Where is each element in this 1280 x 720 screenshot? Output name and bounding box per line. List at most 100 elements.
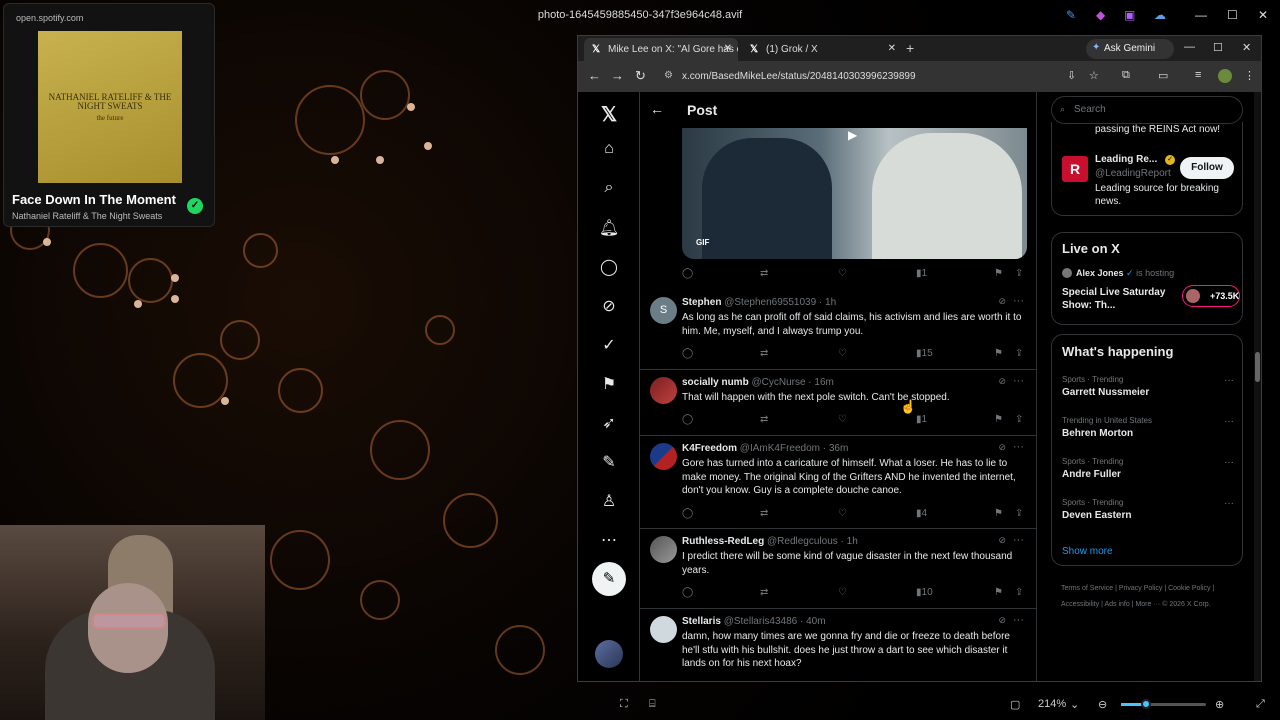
- share-icon[interactable]: ⇪: [1015, 414, 1023, 425]
- app-icon[interactable]: ▣: [1124, 8, 1135, 22]
- actual-size-icon[interactable]: ▢: [1010, 698, 1020, 711]
- repost-icon[interactable]: ⇄: [760, 587, 768, 598]
- bookmark-icon[interactable]: ⚑: [994, 268, 1003, 279]
- tab-mike-lee[interactable]: 𝕏 Mike Lee on X: "Al Gore has ca ✕: [584, 38, 738, 61]
- author-name[interactable]: Ruthless-RedLeg: [682, 536, 764, 547]
- home-icon[interactable]: ⌂: [598, 140, 620, 158]
- notifications-icon[interactable]: 🔔︎: [598, 218, 620, 238]
- author-name[interactable]: K4Freedom: [682, 443, 737, 454]
- zoom-in-icon[interactable]: ⊕: [1215, 698, 1224, 711]
- explore-icon[interactable]: ⌕: [598, 179, 620, 197]
- trend-item[interactable]: Sports · Trending Andre Fuller ···: [1062, 457, 1234, 480]
- site-info-icon[interactable]: ⚙: [664, 70, 673, 81]
- profile-avatar[interactable]: [1218, 69, 1232, 83]
- avatar[interactable]: [650, 536, 677, 563]
- browser-window[interactable]: 𝕏 Mike Lee on X: "Al Gore has ca ✕ 𝕏 (1) Gr…: [577, 35, 1262, 682]
- more-icon[interactable]: ···: [1224, 457, 1234, 468]
- views-icon[interactable]: ▮ 10: [916, 587, 933, 598]
- close-icon[interactable]: ✕: [1242, 41, 1251, 54]
- more-icon[interactable]: ···: [1013, 375, 1024, 387]
- maximize-icon[interactable]: ☐: [1227, 8, 1238, 22]
- author-name[interactable]: Stephen: [682, 297, 721, 308]
- tab-grok[interactable]: 𝕏 (1) Grok / X ✕: [742, 38, 902, 61]
- grok-icon[interactable]: ⊘: [998, 535, 1006, 546]
- more-icon[interactable]: ···: [1224, 416, 1234, 427]
- back-arrow-icon[interactable]: ←: [650, 101, 664, 117]
- reply-icon[interactable]: ◯: [682, 414, 693, 425]
- compose-post-button[interactable]: ✎: [592, 562, 626, 596]
- grok-icon[interactable]: ⊘: [998, 442, 1006, 453]
- more-icon[interactable]: ···: [1013, 441, 1024, 453]
- repost-icon[interactable]: ⇄: [760, 268, 768, 279]
- live-listener-count[interactable]: +73.5K: [1182, 285, 1240, 307]
- share-icon[interactable]: ⇪: [1015, 508, 1023, 519]
- app-icon[interactable]: ◆: [1096, 8, 1105, 22]
- more-icon[interactable]: ···: [1013, 614, 1024, 626]
- reply-icon[interactable]: ◯: [682, 587, 693, 598]
- articles-icon[interactable]: ✎: [598, 452, 620, 472]
- communities-icon[interactable]: ✓: [598, 335, 620, 355]
- tweet[interactable]: K4Freedom @IAmK4Freedom · 36m ⊘ ··· Gore …: [640, 436, 1036, 529]
- trend-item[interactable]: Sports · Trending Deven Eastern ···: [1062, 498, 1234, 521]
- reply-icon[interactable]: ◯: [682, 348, 693, 359]
- chevron-down-icon[interactable]: ⌄: [1070, 698, 1079, 711]
- avatar[interactable]: [650, 377, 677, 404]
- share-icon[interactable]: ⇪: [1015, 587, 1023, 598]
- menu-icon[interactable]: ⋮: [1244, 69, 1255, 82]
- leading-report-avatar[interactable]: R: [1062, 156, 1088, 182]
- bookmarks-icon[interactable]: ⚑: [598, 374, 620, 394]
- views-icon[interactable]: ▮ 15: [916, 348, 933, 359]
- avatar[interactable]: S: [650, 297, 677, 324]
- zoom-level[interactable]: 214%: [1038, 698, 1066, 710]
- live-show-title[interactable]: Special Live Saturday Show: Th...: [1062, 286, 1182, 312]
- grok-icon[interactable]: ⊘: [998, 376, 1006, 387]
- account-name[interactable]: Leading Re...: [1095, 154, 1157, 165]
- app-icon[interactable]: ✎: [1066, 8, 1076, 22]
- maximize-icon[interactable]: ☐: [1213, 41, 1223, 54]
- close-tab-icon[interactable]: ✕: [888, 43, 896, 54]
- zoom-slider-knob[interactable]: [1141, 699, 1151, 709]
- footer-links[interactable]: Terms of Service | Privacy Policy | Cook…: [1061, 581, 1241, 613]
- page-scrollbar[interactable]: [1254, 92, 1261, 681]
- text-select-icon[interactable]: ⌸: [649, 698, 656, 711]
- more-icon[interactable]: ···: [1013, 295, 1024, 307]
- sidebar-icon[interactable]: ▭: [1158, 69, 1168, 82]
- more-icon[interactable]: ⋯: [598, 530, 620, 550]
- zoom-out-icon[interactable]: ⊖: [1098, 698, 1107, 711]
- more-icon[interactable]: ···: [1013, 534, 1024, 546]
- more-icon[interactable]: ···: [1224, 498, 1234, 509]
- url-input[interactable]: ⚙ x.com/BasedMikeLee/status/2048140303996…: [660, 66, 1050, 87]
- scroll-thumb[interactable]: [1255, 352, 1260, 382]
- bookmark-icon[interactable]: ⚑: [994, 508, 1003, 519]
- like-icon[interactable]: ♡: [838, 268, 847, 279]
- ask-gemini-button[interactable]: ✦ Ask Gemini: [1086, 39, 1174, 59]
- more-icon[interactable]: ···: [1224, 375, 1234, 386]
- zoom-slider[interactable]: [1121, 703, 1206, 706]
- bookmark-star-icon[interactable]: ☆: [1089, 69, 1099, 82]
- tweet[interactable]: Stellaris @Stellaris43486 · 40m ⊘ ··· dam…: [640, 609, 1036, 681]
- views-icon[interactable]: ▮ 1: [916, 414, 927, 425]
- repost-icon[interactable]: ⇄: [760, 348, 768, 359]
- author-name[interactable]: Stellaris: [682, 616, 721, 627]
- grok-icon[interactable]: ⊘: [598, 296, 620, 316]
- share-icon[interactable]: ⇪: [1015, 268, 1023, 279]
- jobs-icon[interactable]: ➶: [598, 413, 620, 433]
- x-logo-icon[interactable]: 𝕏: [598, 102, 620, 127]
- reply-icon[interactable]: ◯: [682, 508, 693, 519]
- play-icon[interactable]: ▶: [848, 128, 857, 142]
- bookmark-icon[interactable]: ⚑: [994, 348, 1003, 359]
- repost-icon[interactable]: ⇄: [760, 508, 768, 519]
- back-icon[interactable]: ←: [588, 68, 601, 83]
- minimize-icon[interactable]: —: [1184, 41, 1195, 53]
- fit-icon[interactable]: ⛶: [620, 698, 628, 711]
- profile-icon[interactable]: ♙: [598, 491, 620, 511]
- like-icon[interactable]: ♡: [838, 348, 847, 359]
- close-tab-icon[interactable]: ✕: [724, 43, 732, 54]
- saved-check-icon[interactable]: ✓: [187, 198, 203, 214]
- trend-item[interactable]: Trending in United States Behren Morton ··…: [1062, 416, 1234, 439]
- tweet[interactable]: Ruthless-RedLeg @Redlegculous · 1h ⊘ ··· …: [640, 529, 1036, 609]
- reload-icon[interactable]: ↻: [635, 68, 646, 84]
- messages-icon[interactable]: ◯: [598, 257, 620, 277]
- search-input[interactable]: ⌕ Search: [1051, 96, 1243, 124]
- views-icon[interactable]: ▮ 1: [916, 268, 927, 279]
